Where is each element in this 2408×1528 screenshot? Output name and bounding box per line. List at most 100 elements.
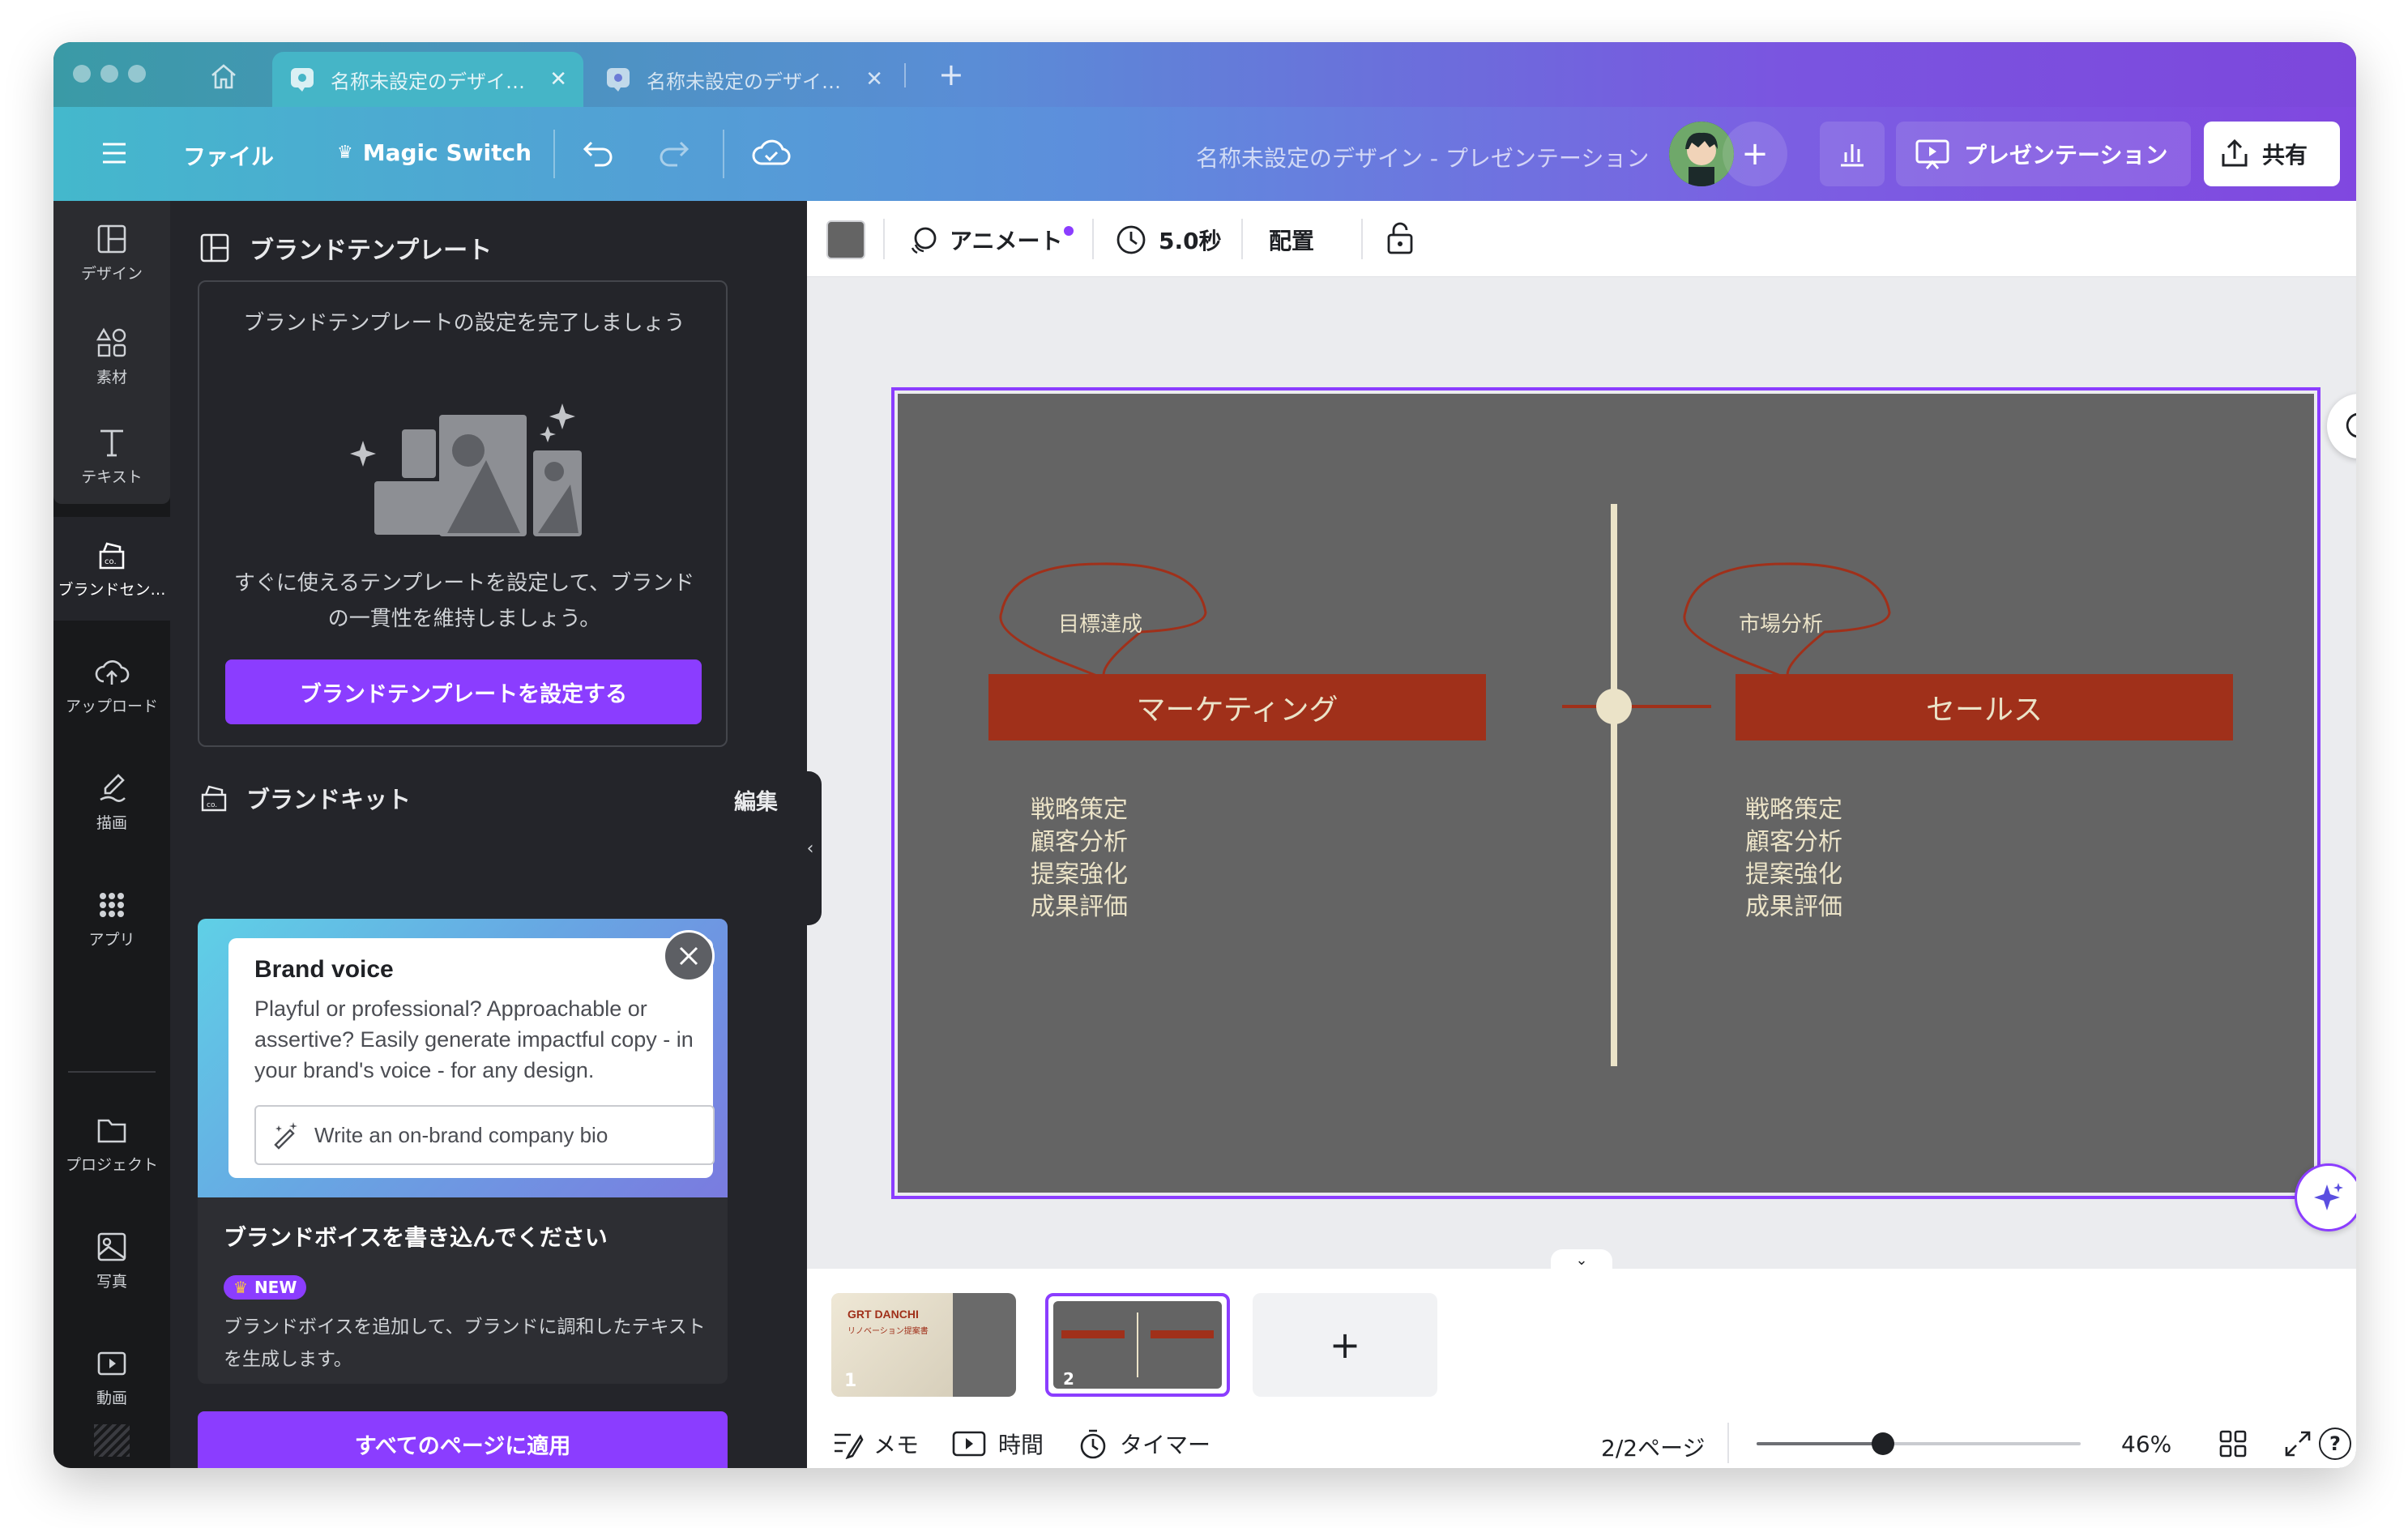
notes-icon [835, 1433, 864, 1459]
zoom-slider-thumb[interactable] [1872, 1432, 1894, 1455]
expand-pages-handle[interactable]: ⌄ [1551, 1249, 1612, 1270]
rail-item-upload[interactable]: アップロード [53, 634, 170, 737]
timer-button[interactable]: タイマー [1078, 1428, 1210, 1460]
grid-view-icon[interactable] [2218, 1429, 2248, 1462]
home-icon[interactable] [207, 62, 240, 94]
timeline-node [1596, 689, 1632, 724]
rail-item-elements[interactable]: 素材 [53, 305, 170, 408]
canva-tab-icon [607, 68, 630, 92]
list-item: 提案強化 [1745, 860, 1842, 889]
page-thumbnail-1[interactable]: GRT DANCHI リノベーション提案書 1 [831, 1293, 1016, 1397]
new-tab-icon[interactable]: + [938, 57, 964, 92]
thumb-subtitle: リノベーション提案書 [847, 1327, 929, 1336]
present-label: プレゼンテーション [1964, 142, 2168, 169]
magic-assistant-button[interactable] [2295, 1163, 2356, 1231]
ctx-divider [1092, 219, 1094, 259]
panel-header: ブランドテンプレート [199, 230, 492, 266]
list-item: 戦略策定 [1031, 796, 1128, 824]
slide-canvas[interactable]: 目標達成 市場分析 マーケティング セールス 戦略策定 顧客分析 提案強化 成果… [891, 387, 2320, 1199]
template-setup-card: ブランドテンプレートの設定を完了しましょう すぐに使えるテンプレートを設定して、… [198, 280, 728, 747]
present-icon [1915, 139, 1949, 169]
notes-label: メモ [873, 1432, 920, 1458]
close-tab-icon[interactable]: ✕ [865, 67, 883, 92]
page-thumbnail-2[interactable]: 2 [1045, 1293, 1230, 1397]
setup-description: すぐに使えるテンプレートを設定して、ブランドの一貫性を維持しましょう。 [233, 571, 695, 631]
close-brand-voice-button[interactable] [663, 930, 715, 982]
rail-divider [68, 1071, 156, 1073]
timer-icon [1080, 1429, 1106, 1459]
app-window: 名称未設定のデザイ… ✕ 名称未設定のデザイ… ✕ + ファイル ♛ Magic… [53, 42, 2356, 1468]
menu-icon[interactable] [100, 141, 128, 169]
add-comment-button[interactable] [2327, 394, 2356, 459]
zoom-level[interactable]: 46% [2121, 1431, 2171, 1458]
arrange-button[interactable]: 配置 [1269, 224, 1314, 256]
collapse-panel-handle[interactable]: ‹ [799, 771, 822, 925]
zoom-window-button[interactable] [128, 65, 146, 83]
setup-template-button[interactable]: ブランドテンプレートを設定する [225, 659, 702, 724]
rail-item-apps[interactable]: アプリ [53, 867, 170, 971]
rail-item-projects[interactable]: プロジェクト [53, 1092, 170, 1196]
rail-item-draw[interactable]: 描画 [53, 750, 170, 854]
file-menu[interactable]: ファイル [183, 139, 274, 172]
right-header-bar: セールス [1736, 674, 2233, 741]
zoom-slider[interactable] [1757, 1432, 2081, 1455]
document-title[interactable]: 名称未設定のデザイン - プレゼンテーション [1196, 141, 1649, 173]
text-icon [100, 429, 123, 456]
brand-side-panel: ブランドテンプレート ブランドテンプレートの設定を完了しましょう すぐに使えるテ… [170, 201, 807, 1468]
close-tab-icon[interactable]: ✕ [549, 67, 567, 92]
context-toolbar: アニメート 5.0秒 配置 [807, 201, 2356, 277]
animate-button[interactable]: アニメート [906, 224, 1074, 256]
apps-icon [100, 892, 124, 917]
help-icon[interactable]: ? [2319, 1428, 2351, 1460]
tab-design-2[interactable]: 名称未設定のデザイ… ✕ [588, 52, 899, 107]
share-button[interactable]: 共有 [2204, 122, 2340, 186]
magic-switch-label: Magic Switch [362, 139, 532, 166]
draw-icon [100, 773, 126, 802]
insights-button[interactable] [1820, 122, 1885, 186]
add-page-button[interactable]: + [1253, 1293, 1437, 1397]
thumb-number: 1 [844, 1371, 857, 1391]
page-indicator[interactable]: 2/2ページ [1601, 1431, 1706, 1463]
rail-item-photos[interactable]: 写真 [53, 1209, 170, 1312]
magic-switch-button[interactable]: ♛ Magic Switch [337, 139, 532, 166]
editor-toolbar: ファイル ♛ Magic Switch 名称未設定のデザイン - プレゼンテーシ… [53, 107, 2356, 201]
rail-label: 動画 [96, 1389, 127, 1407]
tab-divider [904, 63, 906, 87]
new-badge: ♛ NEW [224, 1275, 307, 1300]
close-window-button[interactable] [73, 65, 91, 83]
list-item: 顧客分析 [1745, 828, 1842, 856]
add-collaborator-button[interactable]: + [1723, 122, 1787, 186]
layout-icon [200, 233, 229, 262]
duration-button[interactable]: 5.0秒 [1115, 224, 1222, 256]
background-color-swatch[interactable] [826, 220, 865, 259]
rail-item-design[interactable]: デザイン [53, 201, 170, 305]
left-item-list: 戦略策定 顧客分析 提案強化 成果評価 [1031, 794, 1128, 924]
brand-voice-input[interactable]: Write an on-brand company bio [254, 1105, 715, 1165]
thumb-title: GRT DANCHI [847, 1308, 919, 1321]
thumb-number: 2 [1063, 1369, 1074, 1389]
cloud-sync-icon[interactable] [752, 136, 791, 172]
tab-design-1[interactable]: 名称未設定のデザイ… ✕ [272, 52, 583, 107]
lock-icon[interactable] [1384, 220, 1416, 259]
undo-icon[interactable] [580, 136, 616, 172]
apply-all-pages-button[interactable]: すべてのページに適用 [198, 1411, 728, 1468]
duration-view-button[interactable]: 時間 [951, 1428, 1044, 1460]
close-icon [679, 946, 698, 966]
left-bubble-text: 目標達成 [1057, 612, 1142, 637]
rail-item-videos[interactable]: 動画 [53, 1325, 170, 1429]
present-button[interactable]: プレゼンテーション [1896, 122, 2191, 186]
rail-item-text[interactable]: テキスト [53, 408, 170, 504]
redo-icon[interactable] [656, 136, 692, 172]
edit-brand-kit-link[interactable]: 編集 [734, 784, 778, 816]
comment-add-icon [2346, 412, 2356, 437]
brand-voice-description: Playful or professional? Approachable or… [254, 997, 694, 1082]
rail-label: プロジェクト [65, 1155, 158, 1174]
rail-item-brand[interactable]: co. ブランドセン… [53, 517, 170, 621]
more-apps-icon[interactable] [94, 1424, 130, 1457]
notes-button[interactable]: メモ [831, 1428, 919, 1460]
timer-label: タイマー [1120, 1432, 1211, 1458]
bar-chart-icon [1841, 144, 1864, 167]
minimize-window-button[interactable] [100, 65, 118, 83]
new-feature-dot [1064, 226, 1074, 236]
fullscreen-icon[interactable] [2283, 1429, 2312, 1462]
